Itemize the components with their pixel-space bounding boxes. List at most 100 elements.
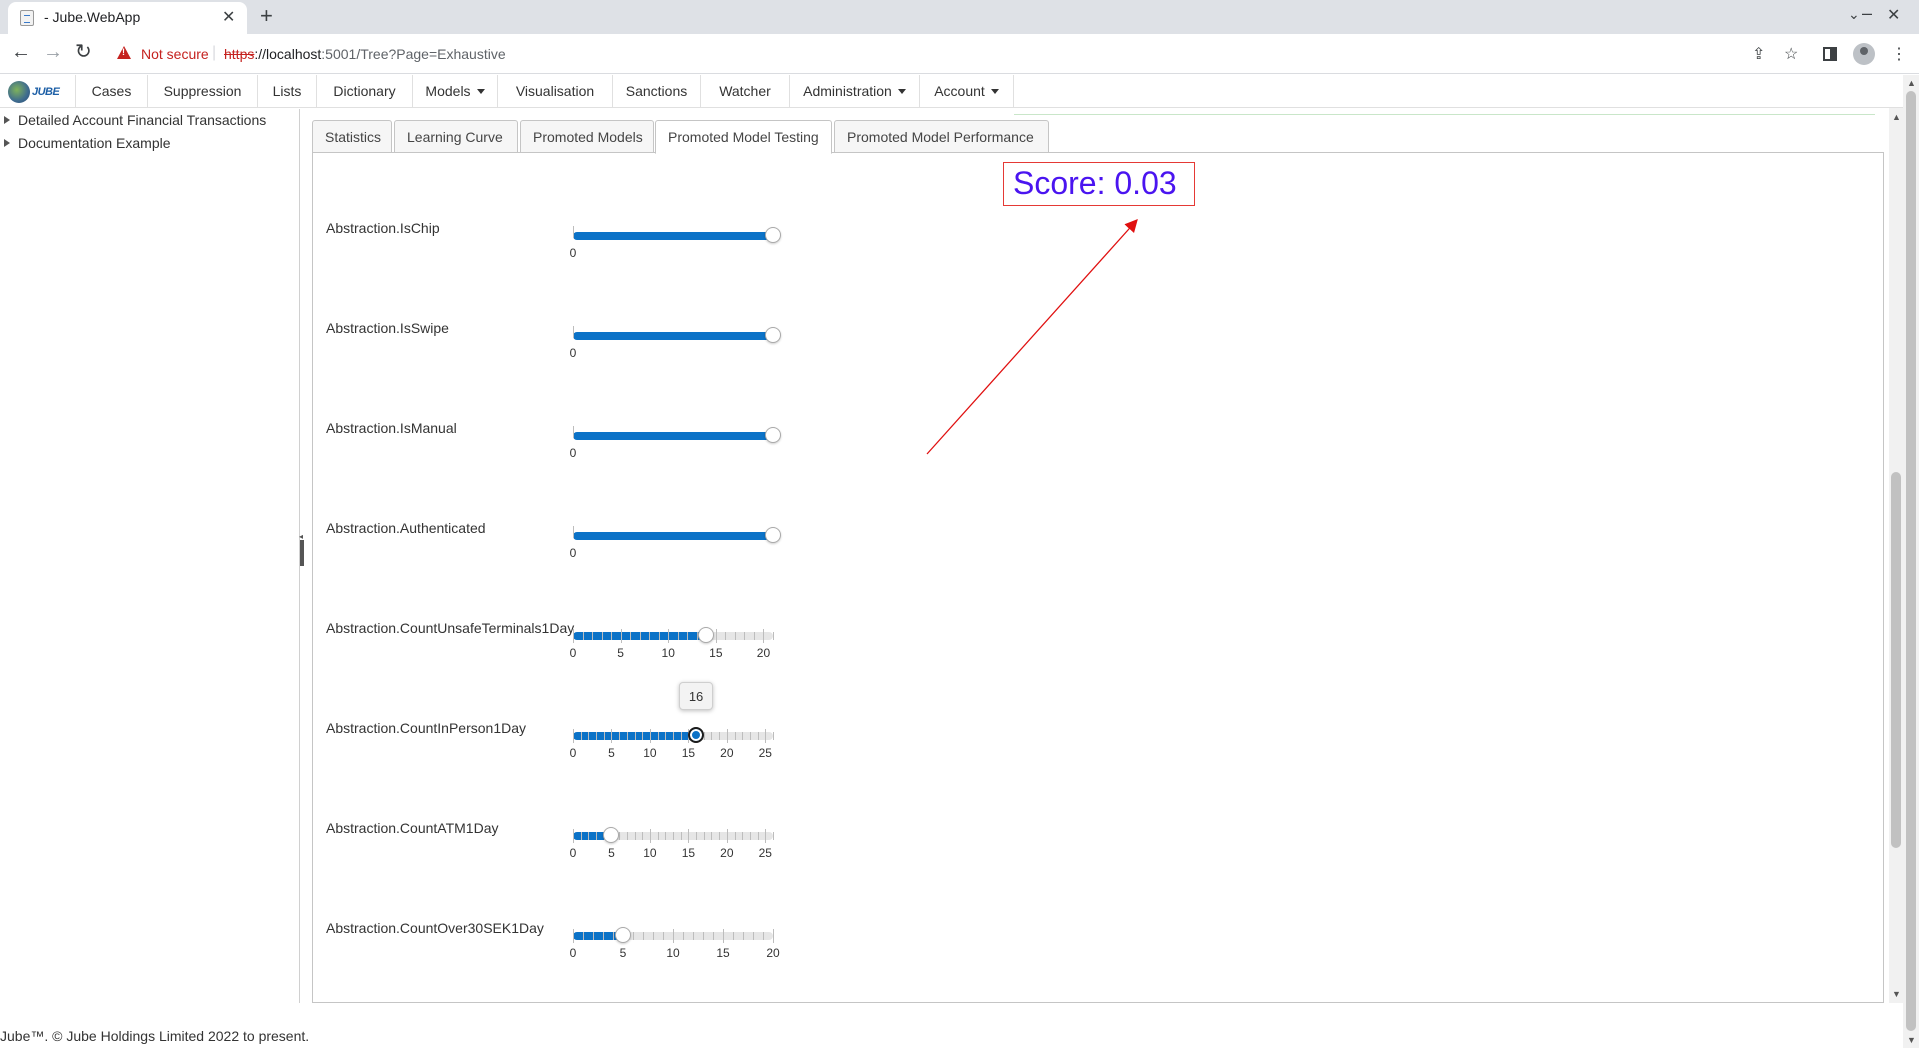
slider-count-in-person[interactable]: 0 5 10 15 20 25 16 — [570, 682, 774, 766]
slider-handle[interactable] — [765, 427, 781, 443]
slider-handle[interactable] — [603, 827, 620, 843]
slider-handle[interactable] — [765, 527, 781, 543]
tab-promoted-models[interactable]: Promoted Models — [520, 120, 654, 153]
slider-tick — [639, 632, 641, 640]
slider-tick — [726, 829, 728, 843]
bookmark-star-icon[interactable]: ☆ — [1784, 44, 1798, 64]
tab-learning-curve[interactable]: Learning Curve — [394, 120, 518, 153]
slider-ismanual[interactable]: 0 — [570, 426, 781, 466]
menu-dictionary[interactable]: Dictionary — [316, 75, 412, 108]
slider-tick — [749, 832, 751, 840]
slider-tick — [757, 832, 759, 840]
slider-tick — [665, 832, 667, 840]
slider-tick — [765, 829, 767, 843]
scroll-up-icon[interactable]: ▲ — [1892, 112, 1901, 122]
slider-tick — [711, 832, 713, 840]
slider-tick — [657, 732, 659, 740]
menu-account[interactable]: Account — [919, 75, 1014, 108]
scroll-up-icon[interactable]: ▲ — [1907, 78, 1916, 88]
tree-item[interactable]: Detailed Account Financial Transactions — [4, 112, 266, 128]
slider-handle[interactable] — [765, 227, 781, 243]
page-scrollbar[interactable]: ▲ ▼ — [1903, 75, 1919, 1048]
splitter-handle[interactable] — [300, 540, 304, 566]
slider-tick — [693, 932, 694, 940]
browser-tab[interactable]: - Jube.WebApp ✕ — [8, 2, 247, 34]
address-bar[interactable]: https://localhost:5001/Tree?Page=Exhaust… — [224, 46, 506, 62]
scroll-down-icon[interactable]: ▼ — [1907, 1035, 1916, 1045]
slider-tick — [643, 932, 644, 940]
slider-tick-label: 15 — [681, 746, 696, 760]
menu-lists[interactable]: Lists — [257, 75, 316, 108]
caret-down-icon — [897, 89, 906, 94]
slider-tick — [733, 932, 734, 940]
minimize-icon[interactable]: – — [1862, 3, 1872, 24]
menu-models[interactable]: Models — [412, 75, 497, 108]
chevron-down-icon[interactable]: ⌄ — [1848, 6, 1860, 23]
slider-fill — [573, 232, 773, 240]
back-arrow-icon[interactable]: ← — [11, 41, 31, 63]
variable-label: Abstraction.CountATM1Day — [326, 820, 499, 836]
slider-tick-label: 0 — [569, 346, 577, 360]
slider-tick — [626, 732, 628, 740]
scroll-down-icon[interactable]: ▼ — [1892, 989, 1901, 999]
slider-tick — [596, 732, 598, 740]
side-panel-icon[interactable] — [1823, 47, 1837, 61]
jube-logo[interactable]: JUBE — [8, 81, 60, 103]
panel-scrollbar[interactable]: ▲ ▼ — [1889, 108, 1903, 1003]
slider-count-atm[interactable]: 0 5 10 15 20 25 — [570, 826, 774, 866]
slider-tick — [673, 929, 674, 943]
menu-label: Lists — [272, 83, 302, 99]
slider-tick — [773, 632, 774, 640]
tab-label: Promoted Models — [533, 129, 643, 145]
slider-tick-label: 10 — [643, 746, 657, 760]
menu-visualisation[interactable]: Visualisation — [497, 75, 612, 108]
slider-handle[interactable] — [615, 927, 631, 943]
url-path: :5001/Tree?Page=Exhaustive — [321, 46, 506, 62]
slider-count-over-30-sek[interactable]: 0 5 10 15 20 — [570, 926, 780, 966]
slider-ischip[interactable]: 0 — [570, 226, 781, 266]
slider-tick — [603, 932, 604, 940]
slider-tick — [592, 632, 594, 640]
tab-promoted-model-testing[interactable]: Promoted Model Testing — [655, 120, 832, 154]
browser-menu-icon[interactable]: ⋮ — [1891, 44, 1907, 64]
menu-suppression[interactable]: Suppression — [147, 75, 257, 108]
warning-icon[interactable] — [117, 46, 131, 59]
security-status[interactable]: Not secure — [141, 46, 209, 62]
expand-triangle-icon[interactable] — [4, 139, 10, 147]
slider-tick-label: 5 — [619, 946, 627, 960]
slider-isswipe[interactable]: 0 — [569, 326, 781, 366]
slider-tick — [573, 526, 574, 538]
slider-handle[interactable] — [698, 627, 715, 643]
share-icon[interactable]: ⇪ — [1752, 44, 1765, 64]
expand-triangle-icon[interactable] — [4, 116, 10, 124]
new-tab-icon[interactable]: + — [260, 3, 273, 29]
menu-sanctions[interactable]: Sanctions — [612, 75, 700, 108]
scrollbar-thumb[interactable] — [1906, 91, 1916, 1031]
slider-tick — [668, 629, 670, 643]
slider-tick — [680, 732, 682, 740]
slider-tick — [757, 732, 759, 740]
forward-arrow-icon[interactable]: → — [43, 41, 63, 63]
scrollbar-thumb[interactable] — [1891, 472, 1901, 848]
slider-handle[interactable] — [765, 327, 781, 343]
slider-value-tooltip: 16 — [679, 682, 714, 710]
slider-tick — [743, 932, 744, 940]
tree-item[interactable]: Documentation Example — [4, 135, 171, 151]
slider-authenticated[interactable]: 0 — [570, 526, 781, 566]
tab-statistics[interactable]: Statistics — [312, 120, 392, 153]
reload-icon[interactable]: ↻ — [75, 41, 92, 63]
slider-tick — [687, 632, 689, 640]
slider-tick — [703, 832, 705, 840]
slider-handle[interactable] — [688, 727, 705, 743]
close-tab-icon[interactable]: ✕ — [222, 7, 235, 27]
tab-label: Promoted Model Performance — [847, 129, 1034, 145]
tab-promoted-model-performance[interactable]: Promoted Model Performance — [834, 120, 1049, 153]
menu-cases[interactable]: Cases — [75, 75, 147, 108]
profile-avatar-icon[interactable] — [1853, 43, 1875, 65]
slider-tick — [713, 932, 714, 940]
menu-administration[interactable]: Administration — [789, 75, 919, 108]
menu-watcher[interactable]: Watcher — [700, 75, 789, 108]
window-close-icon[interactable]: ✕ — [1887, 5, 1900, 25]
slider-count-unsafe-terminals[interactable]: 0 5 10 15 20 — [570, 626, 774, 666]
app-navbar: JUBE Cases Suppression Lists Dictionary … — [0, 75, 1903, 108]
